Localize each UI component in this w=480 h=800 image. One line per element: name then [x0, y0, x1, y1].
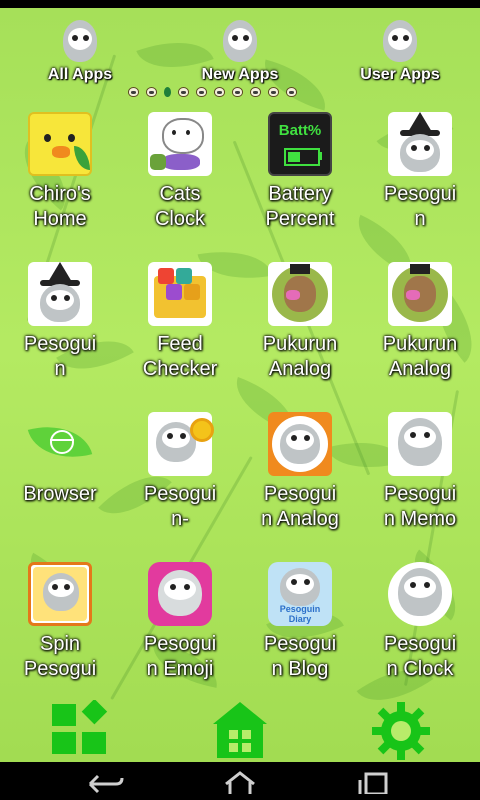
app-label: Pesogui n: [383, 183, 457, 230]
app-label: Cats Clock: [154, 183, 205, 230]
dock-home-button[interactable]: [205, 700, 275, 762]
app-label: Battery Percent: [265, 183, 335, 230]
settings-gear-icon: [372, 702, 430, 760]
page-dot: [146, 87, 157, 97]
recent-apps-icon: [358, 772, 388, 796]
app-label: Spin Pesogui: [23, 633, 97, 680]
tab-all-apps[interactable]: All Apps: [20, 8, 140, 88]
page-dot: [232, 87, 243, 97]
penguin-emoji-icon: [148, 562, 212, 626]
app-label: Pesogui n Blog: [263, 633, 337, 680]
cat-icon: [148, 112, 212, 176]
home-nav-button[interactable]: [220, 770, 260, 794]
app-spin-pesoguin[interactable]: Spin Pesogui: [0, 562, 120, 702]
app-pesoguin-witch-2[interactable]: Pesogui n: [0, 262, 120, 402]
teddy-bear-icon: [388, 262, 452, 326]
app-label: Browser: [23, 483, 97, 505]
penguin-memo-icon: [388, 412, 452, 476]
home-icon: [213, 702, 267, 758]
app-pukurun-analog[interactable]: Pukurun Analog: [240, 262, 360, 402]
app-pesoguin-witch[interactable]: Pesogui n: [360, 112, 480, 252]
back-button[interactable]: [86, 770, 126, 794]
tab-user-apps[interactable]: User Apps: [340, 8, 460, 88]
page-dot: [268, 87, 279, 97]
app-label: Pesogui n Clock: [383, 633, 457, 680]
battery-icon: Batt%: [268, 112, 332, 176]
app-label: Pukurun Analog: [262, 333, 338, 380]
app-pesoguin-blog[interactable]: Pesoguin Diary Pesogui n Blog: [240, 562, 360, 702]
tab-label: New Apps: [201, 66, 279, 83]
app-label: Feed Checker: [142, 333, 218, 380]
page-indicator: [128, 85, 358, 99]
app-pukurun-analog-2[interactable]: Pukurun Analog: [360, 262, 480, 402]
app-grid-icon: [52, 698, 108, 754]
globe-leaf-icon: [27, 412, 93, 476]
app-pesoguin-clock[interactable]: Pesogui n Clock: [360, 562, 480, 702]
penguin-witch-icon: [388, 112, 452, 176]
page-dot: [178, 87, 189, 97]
page-dot: [196, 87, 207, 97]
penguin-tab-icon: [221, 20, 259, 64]
recent-apps-button[interactable]: [352, 770, 392, 796]
app-label: Pukurun Analog: [382, 333, 458, 380]
battery-icon-text: Batt%: [278, 122, 322, 139]
dock-app-drawer-button[interactable]: [50, 698, 120, 762]
navigation-bar: [0, 762, 480, 800]
home-nav-icon: [225, 771, 255, 794]
rss-folder-icon: [148, 262, 212, 326]
penguin-tab-icon: [61, 20, 99, 64]
app-label: Pesogui n-: [143, 483, 217, 530]
status-bar: [0, 0, 480, 8]
page-dot: [128, 87, 139, 97]
app-label: Pesogui n Memo: [383, 483, 457, 530]
app-battery-percent[interactable]: Batt% Battery Percent: [240, 112, 360, 252]
penguin-sunflower-icon: [148, 412, 214, 476]
penguin-witch-icon: [28, 262, 92, 326]
penguin-blog-icon: Pesoguin Diary: [268, 562, 332, 626]
app-label: Pesogui n Emoji: [143, 633, 217, 680]
penguin-tab-icon: [381, 20, 419, 64]
dock-settings-button[interactable]: [370, 700, 440, 762]
chick-icon: [28, 112, 92, 176]
page-dot: [250, 87, 261, 97]
blog-icon-text: Pesoguin Diary: [279, 604, 321, 624]
penguin-spin-icon: [28, 562, 92, 626]
app-label: Pesogui n: [23, 333, 97, 380]
page-dot-active: [164, 87, 171, 97]
app-feed-checker[interactable]: Feed Checker: [120, 262, 240, 402]
tab-label: User Apps: [360, 66, 440, 83]
app-label: Chiro's Home: [29, 183, 91, 230]
page-dot: [214, 87, 225, 97]
app-pesoguin-analog[interactable]: Pesogui n Analog: [240, 412, 360, 552]
app-label: Pesogui n Analog: [261, 483, 339, 530]
teddy-bear-icon: [268, 262, 332, 326]
app-pesoguin-sunflower[interactable]: Pesogui n-: [120, 412, 240, 552]
app-pesoguin-memo[interactable]: Pesogui n Memo: [360, 412, 480, 552]
page-dot: [286, 87, 297, 97]
penguin-clock-icon: [388, 562, 452, 626]
tab-new-apps[interactable]: New Apps: [180, 8, 300, 88]
app-cats-clock[interactable]: Cats Clock: [120, 112, 240, 252]
app-browser[interactable]: Browser: [0, 412, 120, 552]
app-pesoguin-emoji[interactable]: Pesogui n Emoji: [120, 562, 240, 702]
penguin-orange-icon: [268, 412, 332, 476]
tab-label: All Apps: [47, 66, 113, 83]
app-chiros-home[interactable]: Chiro's Home: [0, 112, 120, 252]
back-icon: [88, 774, 124, 794]
